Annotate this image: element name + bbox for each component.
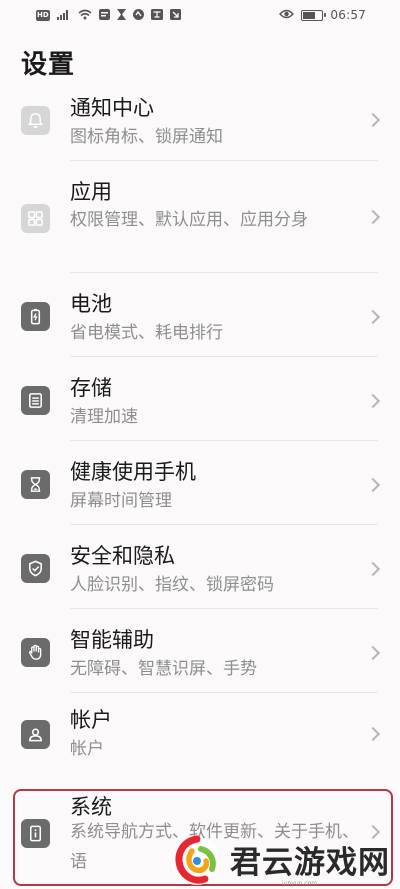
- status-bar-right: 06:57: [279, 8, 366, 22]
- chevron-right-icon: [365, 209, 381, 225]
- status-bar-left: HD: [36, 8, 181, 22]
- divider: [70, 160, 378, 161]
- settings-item-subtitle: 省电模式、耗电排行: [70, 323, 223, 343]
- storage-icon: [21, 386, 50, 415]
- app-icon: [132, 8, 144, 22]
- settings-item-subtitle: 图标角标、锁屏通知: [70, 127, 223, 147]
- settings-item-title: 健康使用手机: [70, 460, 196, 484]
- settings-item-title: 智能辅助: [70, 628, 154, 652]
- settings-item-storage[interactable]: 存储 清理加速: [0, 358, 400, 442]
- settings-item-subtitle: 帐户: [70, 739, 104, 759]
- hourglass-icon: [21, 470, 50, 499]
- chevron-right-icon: [365, 726, 381, 742]
- eye-comfort-icon: [279, 9, 295, 21]
- settings-item-subtitle: 权限管理、默认应用、应用分身: [70, 210, 308, 230]
- signal-icon: [56, 9, 71, 22]
- hd-icon: HD: [36, 9, 50, 21]
- bell-icon: [21, 106, 50, 135]
- settings-item-notifications[interactable]: 通知中心 图标角标、锁屏通知: [0, 86, 400, 162]
- watermark: 君云游戏网 junyun.com: [170, 830, 400, 889]
- notification-icon: [98, 8, 110, 22]
- settings-item-title: 通知中心: [70, 96, 154, 120]
- watermark-logo: [170, 833, 224, 887]
- settings-item-subtitle: 人脸识别、指纹、锁屏密码: [70, 575, 274, 595]
- divider: [70, 608, 378, 609]
- chevron-right-icon: [365, 477, 381, 493]
- settings-item-subtitle: 无障碍、智慧识屏、手势: [70, 659, 257, 679]
- settings-item-subtitle: 屏幕时间管理: [70, 491, 172, 511]
- divider: [70, 524, 378, 525]
- divider: [70, 356, 378, 357]
- settings-item-smart-assistance[interactable]: 智能辅助 无障碍、智慧识屏、手势: [0, 610, 400, 694]
- chevron-right-icon: [365, 309, 381, 325]
- divider: [70, 440, 378, 441]
- divider: [70, 272, 378, 273]
- settings-item-subtitle: 清理加速: [70, 407, 138, 427]
- chevron-right-icon: [365, 112, 381, 128]
- watermark-subtext: junyun.com: [282, 880, 318, 887]
- status-bar: HD 06:57: [0, 0, 400, 30]
- chevron-right-icon: [365, 393, 381, 409]
- settings-item-title: 电池: [70, 292, 112, 316]
- account-icon: [21, 720, 50, 749]
- page-title: 设置: [21, 50, 76, 80]
- settings-item-apps[interactable]: 应用 权限管理、默认应用、应用分身: [0, 162, 400, 274]
- settings-item-digital-balance[interactable]: 健康使用手机 屏幕时间管理: [0, 442, 400, 526]
- settings-item-title: 应用: [70, 180, 112, 204]
- download-icon: [169, 8, 181, 22]
- battery-icon: [21, 302, 50, 331]
- settings-item-security-privacy[interactable]: 安全和隐私 人脸识别、指纹、锁屏密码: [0, 526, 400, 610]
- divider: [70, 692, 378, 693]
- hand-icon: [21, 638, 50, 667]
- settings-item-battery[interactable]: 电池 省电模式、耗电排行: [0, 274, 400, 358]
- chevron-right-icon: [365, 645, 381, 661]
- watermark-text: 君云游戏网: [230, 845, 390, 881]
- battery-status-icon: [301, 9, 327, 21]
- translate-icon: [150, 8, 163, 22]
- settings-item-title: 安全和隐私: [70, 544, 175, 568]
- settings-item-title: 存储: [70, 376, 112, 400]
- shield-check-icon: [21, 554, 50, 583]
- settings-item-title: 帐户: [70, 708, 112, 732]
- apps-grid-icon: [21, 204, 50, 233]
- settings-item-accounts[interactable]: 帐户 帐户: [0, 694, 400, 788]
- wifi-icon: [78, 9, 92, 22]
- status-time: 06:57: [330, 8, 366, 22]
- hourglass-icon: [116, 8, 126, 22]
- chevron-right-icon: [365, 561, 381, 577]
